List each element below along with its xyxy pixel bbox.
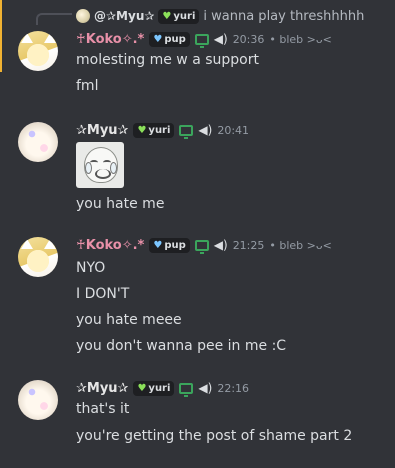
pronouns-suffix: • bleb >ᴗ< xyxy=(269,238,332,252)
monitor-icon xyxy=(194,239,209,254)
green-heart-icon: ♥ xyxy=(137,382,147,394)
username[interactable]: ♰Koko✧.* xyxy=(76,238,144,253)
message-line: that's it xyxy=(76,401,130,417)
message-line: you hate me xyxy=(76,196,165,212)
message-line: you hate meee xyxy=(76,312,182,328)
timestamp[interactable]: 21:25 xyxy=(233,239,265,252)
crying-face-sticker[interactable] xyxy=(76,142,124,188)
message-header: ♰Koko✧.* ♥ pup ◀) 21:25 • bleb >ᴗ< xyxy=(76,236,332,254)
tag-badge[interactable]: ♥ yuri xyxy=(133,122,175,138)
message-line: NYO xyxy=(76,260,106,276)
blue-heart-icon: ♥ xyxy=(153,33,163,45)
username[interactable]: ✰Myu✰ xyxy=(76,381,128,396)
speaker-icon: ◀) xyxy=(213,32,228,46)
tag-badge[interactable]: ♥ yuri xyxy=(133,380,175,396)
tag-badge[interactable]: ♥ pup xyxy=(149,31,190,47)
mention-highlight-bar xyxy=(0,0,2,72)
avatar-koko[interactable] xyxy=(18,31,58,71)
reply-mention[interactable]: @✰Myu✰ xyxy=(94,9,154,23)
message-header: ✰Myu✰ ♥ yuri ◀) 22:16 xyxy=(76,379,249,397)
reply-avatar[interactable] xyxy=(76,9,90,23)
message-group-myu-1: ✰Myu✰ ♥ yuri ◀) 20:41 you hate me xyxy=(0,110,395,220)
message-line: you're getting the post of shame part 2 xyxy=(76,428,353,444)
tag-badge[interactable]: ♥ pup xyxy=(149,237,190,253)
message-header: ♰Koko✧.* ♥ pup ◀) 20:36 • bleb >ᴗ< xyxy=(76,30,332,48)
reply-preview[interactable]: @✰Myu✰ ♥ yuri i wanna play threshhhhh xyxy=(76,7,364,25)
avatar-myu[interactable] xyxy=(18,122,58,162)
message-line: you don't wanna pee in me :C xyxy=(76,338,287,354)
message-line: fml xyxy=(76,78,99,94)
timestamp[interactable]: 20:41 xyxy=(217,124,249,137)
speaker-icon: ◀) xyxy=(198,381,213,395)
monitor-icon xyxy=(179,124,194,139)
message-line: molesting me w a support xyxy=(76,52,259,68)
green-heart-icon: ♥ xyxy=(162,10,172,22)
username[interactable]: ♰Koko✧.* xyxy=(76,32,144,47)
avatar-koko[interactable] xyxy=(18,237,58,277)
username[interactable]: ✰Myu✰ xyxy=(76,123,128,138)
message-group-myu-2: ✰Myu✰ ♥ yuri ◀) 22:16 that's it you're g… xyxy=(0,368,395,468)
timestamp[interactable]: 20:36 xyxy=(233,33,265,46)
speaker-icon: ◀) xyxy=(213,238,228,252)
monitor-icon xyxy=(194,33,209,48)
avatar-myu[interactable] xyxy=(18,380,58,420)
message-line: I DON'T xyxy=(76,286,130,302)
reply-connector xyxy=(36,13,72,25)
message-header: ✰Myu✰ ♥ yuri ◀) 20:41 xyxy=(76,121,249,139)
reply-text[interactable]: i wanna play threshhhhh xyxy=(203,9,364,24)
speaker-icon: ◀) xyxy=(198,123,213,137)
timestamp[interactable]: 22:16 xyxy=(217,382,249,395)
message-group-koko-2: ♰Koko✧.* ♥ pup ◀) 21:25 • bleb >ᴗ< NYO I… xyxy=(0,225,395,365)
message-group-koko-1: @✰Myu✰ ♥ yuri i wanna play threshhhhh ♰K… xyxy=(0,0,395,105)
reply-tag-badge[interactable]: ♥ yuri xyxy=(158,8,200,24)
green-heart-icon: ♥ xyxy=(137,124,147,136)
monitor-icon xyxy=(179,382,194,397)
pronouns-suffix: • bleb >ᴗ< xyxy=(269,32,332,46)
blue-heart-icon: ♥ xyxy=(153,239,163,251)
